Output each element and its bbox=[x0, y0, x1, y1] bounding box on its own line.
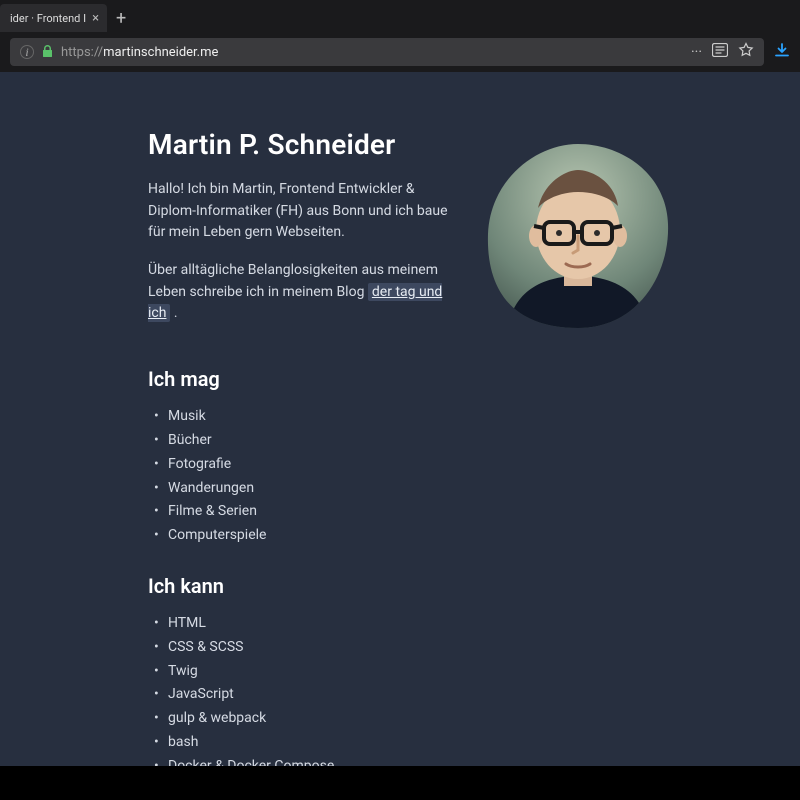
list-item: Docker & Docker Compose bbox=[168, 755, 760, 766]
new-tab-button[interactable]: + bbox=[107, 4, 135, 32]
intro-paragraph-2: Über alltägliche Belanglosigkeiten aus m… bbox=[148, 260, 448, 325]
url-scheme: https:// bbox=[61, 45, 103, 60]
browser-tab[interactable]: ider · Frontend I × bbox=[0, 4, 107, 32]
url-text: https://martinschneider.me bbox=[61, 45, 683, 60]
list-item: Computerspiele bbox=[168, 524, 760, 548]
page-viewport[interactable]: Martin P. Schneider Hallo! Ich bin Marti… bbox=[0, 72, 800, 766]
lock-icon bbox=[42, 45, 53, 60]
star-icon[interactable] bbox=[738, 42, 754, 62]
address-actions: ··· bbox=[691, 42, 754, 62]
intro-text-tail: . bbox=[170, 305, 177, 321]
list-item: bash bbox=[168, 731, 760, 755]
list-item: HTML bbox=[168, 612, 760, 636]
skills-heading: Ich kann bbox=[148, 574, 760, 598]
tab-title: ider · Frontend I bbox=[10, 12, 86, 25]
avatar bbox=[478, 136, 678, 336]
list-item: Filme & Serien bbox=[168, 500, 760, 524]
tab-strip: ider · Frontend I × + bbox=[0, 0, 800, 32]
letterbox-bottom bbox=[0, 766, 800, 800]
likes-list: MusikBücherFotografieWanderungenFilme & … bbox=[148, 405, 760, 548]
page-title: Martin P. Schneider bbox=[148, 128, 448, 161]
url-host: martinschneider.me bbox=[103, 45, 218, 60]
list-item: Twig bbox=[168, 660, 760, 684]
more-icon[interactable]: ··· bbox=[691, 44, 702, 60]
address-bar[interactable]: i https://martinschneider.me ··· bbox=[10, 38, 764, 66]
list-item: Wanderungen bbox=[168, 477, 760, 501]
hero-section: Martin P. Schneider Hallo! Ich bin Marti… bbox=[148, 128, 760, 341]
intro-paragraph-1: Hallo! Ich bin Martin, Frontend Entwickl… bbox=[148, 179, 448, 244]
list-item: JavaScript bbox=[168, 683, 760, 707]
page-content: Martin P. Schneider Hallo! Ich bin Marti… bbox=[0, 72, 800, 766]
skills-list: HTMLCSS & SCSSTwigJavaScriptgulp & webpa… bbox=[148, 612, 760, 766]
list-item: gulp & webpack bbox=[168, 707, 760, 731]
list-item: Fotografie bbox=[168, 453, 760, 477]
info-icon[interactable]: i bbox=[20, 45, 34, 59]
download-icon[interactable] bbox=[774, 42, 790, 62]
intro-column: Martin P. Schneider Hallo! Ich bin Marti… bbox=[148, 128, 448, 341]
close-icon[interactable]: × bbox=[92, 11, 99, 26]
list-item: Musik bbox=[168, 405, 760, 429]
toolbar: i https://martinschneider.me ··· bbox=[0, 32, 800, 72]
likes-heading: Ich mag bbox=[148, 367, 760, 391]
reader-icon[interactable] bbox=[712, 43, 728, 61]
list-item: CSS & SCSS bbox=[168, 636, 760, 660]
list-item: Bücher bbox=[168, 429, 760, 453]
